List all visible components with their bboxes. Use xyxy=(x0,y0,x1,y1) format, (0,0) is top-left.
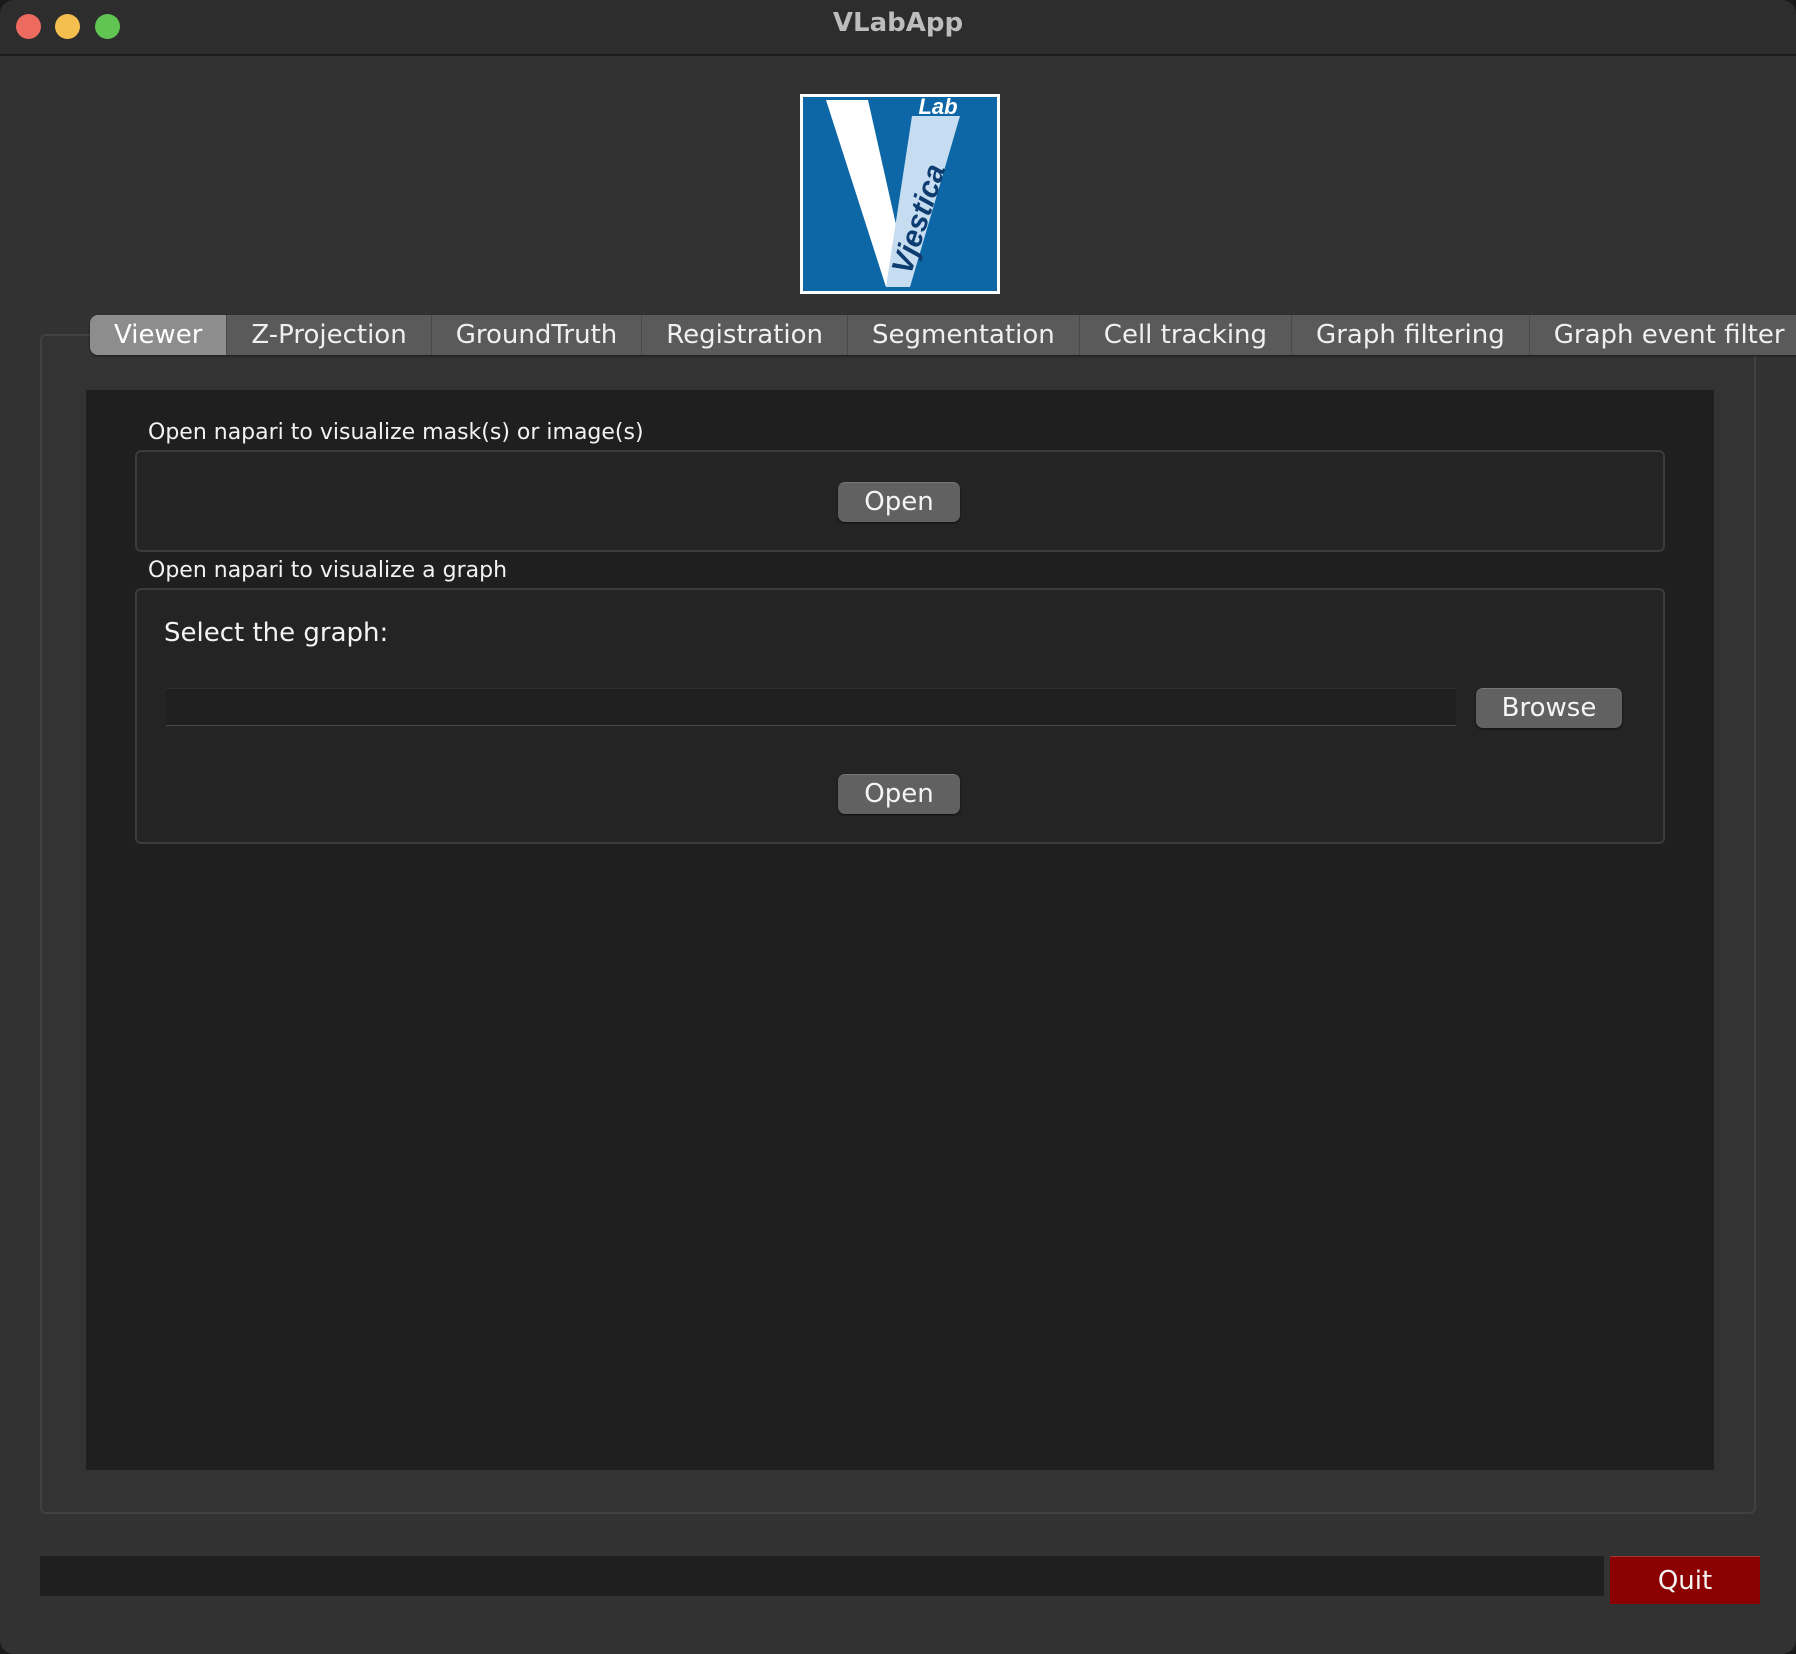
tab-cell-tracking[interactable]: Cell tracking xyxy=(1080,315,1293,355)
tab-bar: Viewer Z-Projection GroundTruth Registra… xyxy=(90,315,1796,355)
status-bar xyxy=(40,1556,1604,1596)
tab-segmentation[interactable]: Segmentation xyxy=(848,315,1080,355)
browse-graph-button[interactable]: Browse xyxy=(1476,688,1622,728)
open-graph-button[interactable]: Open xyxy=(838,774,960,814)
tab-z-projection[interactable]: Z-Projection xyxy=(227,315,432,355)
graph-group-title: Open napari to visualize a graph xyxy=(148,558,508,583)
viewer-panel xyxy=(86,390,1714,1470)
tab-groundtruth[interactable]: GroundTruth xyxy=(432,315,643,355)
open-images-button[interactable]: Open xyxy=(838,482,960,522)
images-group-title: Open napari to visualize mask(s) or imag… xyxy=(148,420,644,445)
select-graph-label: Select the graph: xyxy=(164,618,389,648)
graph-path-input[interactable] xyxy=(166,688,1456,726)
window-title: VLabApp xyxy=(832,8,964,38)
quit-button[interactable]: Quit xyxy=(1610,1556,1760,1604)
logo-lab-text: Lab xyxy=(918,94,957,119)
vlab-logo-image: Lab Vjestica xyxy=(803,94,997,291)
app-window: VLabApp Lab Vjestica Viewer Z-Projection… xyxy=(0,0,1796,1654)
tab-registration[interactable]: Registration xyxy=(642,315,849,355)
tab-graph-event-filter[interactable]: Graph event filter xyxy=(1530,315,1796,355)
tab-viewer[interactable]: Viewer xyxy=(90,315,228,355)
tab-graph-filtering[interactable]: Graph filtering xyxy=(1292,315,1530,355)
vlab-logo: Lab Vjestica xyxy=(800,94,1000,294)
title-bar: VLabApp xyxy=(0,0,1796,56)
